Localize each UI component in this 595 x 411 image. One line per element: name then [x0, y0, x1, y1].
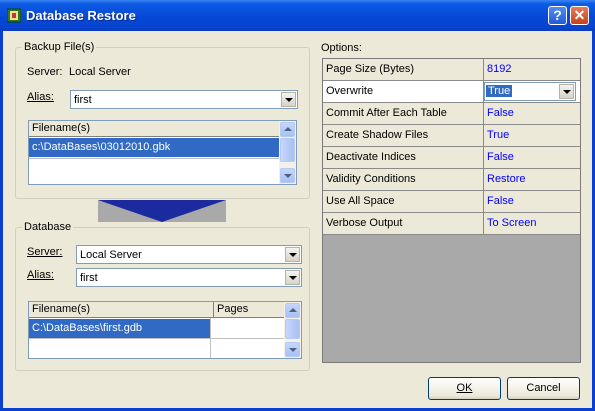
title-bar[interactable]: Database Restore ? ✕ — [0, 0, 595, 31]
database-server-value: Local Server — [80, 249, 142, 261]
ok-button[interactable]: OK — [428, 377, 501, 400]
option-row[interactable]: Commit After Each Table False — [323, 103, 580, 125]
option-row[interactable]: Page Size (Bytes) 8192 — [323, 59, 580, 81]
option-row[interactable]: Deactivate Indices False — [323, 147, 580, 169]
database-alias-label: Alias: — [27, 269, 54, 281]
ok-button-label: OK — [456, 382, 473, 394]
option-row[interactable]: Overwrite True — [323, 81, 580, 103]
close-icon: ✕ — [573, 7, 586, 23]
database-col-pages: Pages — [213, 302, 248, 317]
options-property-grid[interactable]: Page Size (Bytes) 8192 Overwrite True Co… — [322, 58, 581, 363]
option-value-cell[interactable]: False — [484, 147, 580, 168]
option-value-cell[interactable]: To Screen — [484, 213, 580, 234]
option-name: Create Shadow Files — [326, 129, 429, 141]
option-value: 8192 — [487, 63, 512, 75]
restore-direction-arrow — [98, 200, 226, 222]
backup-grid-scrollbar[interactable] — [279, 121, 296, 184]
backup-alias-value: first — [74, 94, 92, 106]
option-name-cell: Overwrite — [323, 81, 484, 102]
option-value: False — [487, 195, 514, 207]
cancel-button[interactable]: Cancel — [507, 377, 580, 400]
database-alias-value: first — [80, 272, 98, 284]
option-name-cell: Deactivate Indices — [323, 147, 484, 168]
option-name: Commit After Each Table — [326, 107, 447, 119]
dialog-client: Backup File(s) Server: Local Server Alia… — [3, 31, 592, 408]
option-value: True — [487, 129, 510, 141]
option-name: Deactivate Indices — [326, 151, 416, 163]
backup-file-row[interactable]: c:\DataBases\03012010.gbk — [29, 138, 279, 157]
database-server-select[interactable]: Local Server — [76, 245, 302, 264]
backup-group-label: Backup File(s) — [22, 41, 97, 53]
database-group: Database Server: Local Server Alias: fir… — [15, 221, 310, 371]
arrow-down-icon — [98, 200, 226, 222]
database-alias-select[interactable]: first — [76, 268, 302, 287]
option-name: Verbose Output — [326, 217, 403, 229]
option-name-cell: Verbose Output — [323, 213, 484, 234]
backup-grid-header: Filename(s) — [29, 121, 279, 137]
option-name-cell: Validity Conditions — [323, 169, 484, 190]
scroll-up-icon[interactable] — [280, 122, 295, 137]
option-name: Use All Space — [326, 195, 395, 207]
database-file-row[interactable]: C:\DataBases\first.gdb — [29, 319, 210, 338]
backup-file-name: c:\DataBases\03012010.gbk — [32, 141, 171, 153]
option-name: Validity Conditions — [326, 173, 416, 185]
overwrite-select[interactable]: True — [484, 82, 576, 101]
option-value-cell[interactable]: True — [484, 81, 580, 102]
backup-files-group: Backup File(s) Server: Local Server Alia… — [15, 41, 310, 199]
chevron-down-icon[interactable] — [559, 84, 574, 99]
option-name: Overwrite — [326, 85, 374, 97]
grid-divider — [29, 338, 284, 339]
backup-files-grid[interactable]: Filename(s) c:\DataBases\03012010.gbk — [28, 120, 297, 185]
scroll-thumb[interactable] — [285, 319, 300, 339]
scroll-thumb[interactable] — [280, 138, 295, 162]
option-row[interactable]: Use All Space False — [323, 191, 580, 213]
grid-divider — [29, 158, 279, 159]
option-value: False — [487, 151, 514, 163]
database-col-filename: Filename(s) — [32, 303, 91, 315]
database-file-name: C:\DataBases\first.gdb — [32, 322, 143, 334]
database-grid-header: Filename(s) Pages — [29, 302, 284, 318]
option-row[interactable]: Create Shadow Files True — [323, 125, 580, 147]
scroll-down-icon[interactable] — [280, 168, 295, 183]
option-name-cell: Use All Space — [323, 191, 484, 212]
database-server-label: Server: — [27, 246, 63, 258]
option-value-cell[interactable]: False — [484, 103, 580, 124]
database-icon — [7, 8, 21, 23]
overwrite-value: True — [486, 85, 513, 97]
backup-alias-select[interactable]: first — [70, 90, 298, 109]
cancel-button-label: Cancel — [526, 382, 561, 394]
option-row[interactable]: Verbose Output To Screen — [323, 213, 580, 235]
close-button[interactable]: ✕ — [570, 6, 589, 25]
chevron-down-icon[interactable] — [285, 247, 300, 262]
option-name-cell: Page Size (Bytes) — [323, 59, 484, 80]
option-row[interactable]: Validity Conditions Restore — [323, 169, 580, 191]
scroll-down-icon[interactable] — [285, 342, 300, 357]
window-title: Database Restore — [26, 8, 136, 23]
option-value: False — [487, 107, 514, 119]
database-group-label: Database — [22, 221, 74, 233]
option-value-cell[interactable]: 8192 — [484, 59, 580, 80]
option-value: Restore — [487, 173, 526, 185]
database-files-grid[interactable]: Filename(s) Pages C:\DataBases\first.gdb — [28, 301, 302, 359]
backup-col-filename: Filename(s) — [32, 122, 91, 134]
option-value-cell[interactable]: Restore — [484, 169, 580, 190]
option-value-cell[interactable]: False — [484, 191, 580, 212]
option-value-cell[interactable]: True — [484, 125, 580, 146]
scroll-up-icon[interactable] — [285, 303, 300, 318]
option-name-cell: Commit After Each Table — [323, 103, 484, 124]
dialog-window: Database Restore ? ✕ Backup File(s) Serv… — [0, 0, 595, 411]
database-grid-scrollbar[interactable] — [284, 302, 301, 358]
option-name-cell: Create Shadow Files — [323, 125, 484, 146]
backup-alias-label: Alias: — [27, 91, 54, 103]
chevron-down-icon[interactable] — [285, 270, 300, 285]
help-icon: ? — [553, 7, 562, 23]
help-button[interactable]: ? — [548, 6, 567, 25]
backup-server-label: Server: — [27, 66, 63, 78]
backup-server-value: Local Server — [69, 66, 131, 78]
option-name: Page Size (Bytes) — [326, 63, 415, 75]
options-label: Options: — [321, 42, 362, 54]
chevron-down-icon[interactable] — [281, 92, 296, 107]
option-value: To Screen — [487, 217, 537, 229]
